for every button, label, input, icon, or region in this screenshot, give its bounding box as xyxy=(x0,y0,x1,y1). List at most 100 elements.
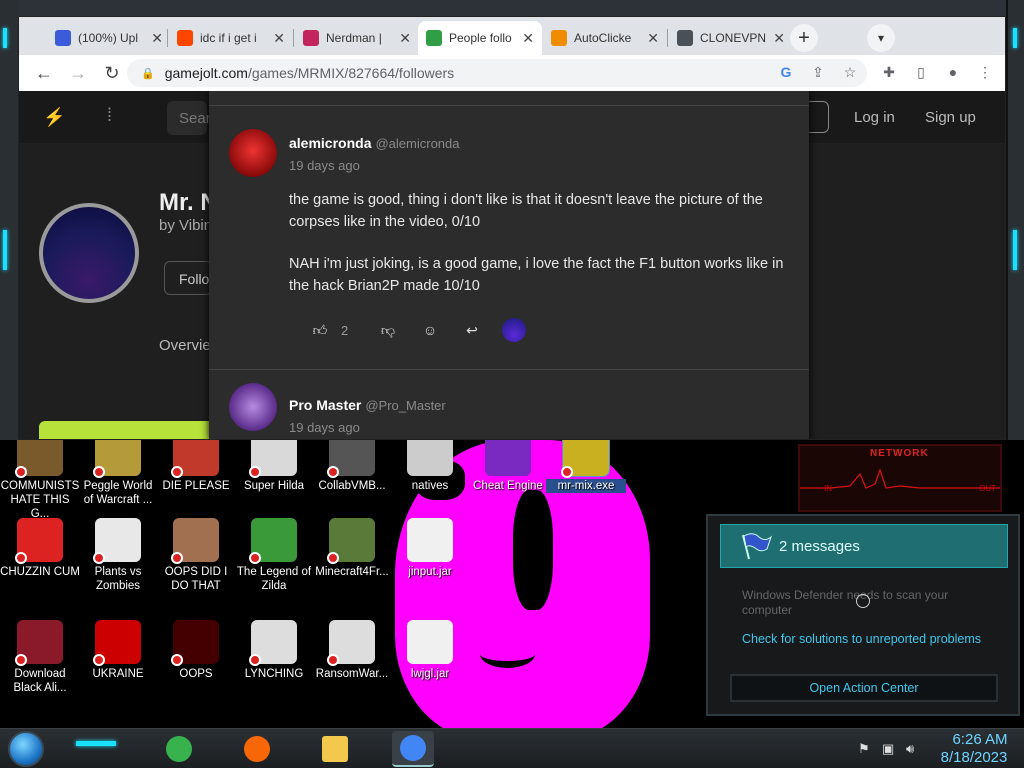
login-link[interactable]: Log in xyxy=(854,109,895,126)
comment-user[interactable]: Pro Master @Pro_Master xyxy=(289,397,446,413)
desktop-icon[interactable]: Download Black Ali... xyxy=(0,620,80,695)
gamejolt-logo-icon[interactable]: ⚡ xyxy=(43,107,65,128)
url-path: /games/MRMIX/827664/followers xyxy=(247,65,455,81)
desktop-icon[interactable]: Minecraft4Fr... xyxy=(312,518,392,579)
desktop-icon[interactable]: lwjgl.jar xyxy=(390,620,470,681)
desktop-icon-label: Plants vs Zombies xyxy=(94,566,142,592)
desktop-icon[interactable]: RansomWar... xyxy=(312,620,392,681)
grid-menu-icon[interactable]: ⁞ xyxy=(107,105,112,126)
check-solutions-link[interactable]: Check for solutions to unreported proble… xyxy=(742,632,981,646)
overview-tab[interactable]: Overvie xyxy=(159,337,211,354)
add-reaction-icon[interactable]: ☺ xyxy=(409,318,451,342)
tab-close-icon[interactable]: ✕ xyxy=(773,30,785,47)
tab-search-button[interactable]: ▾ xyxy=(867,24,895,52)
tab-title: CLONEVPN xyxy=(700,31,767,45)
site-search-input[interactable]: Sear xyxy=(167,101,211,135)
desktop-icon[interactable]: OOPS xyxy=(156,620,236,681)
desktop-icon-label: Super Hilda xyxy=(243,480,305,492)
reddit-icon xyxy=(177,30,193,46)
desktop-icon[interactable]: LYNCHING xyxy=(234,620,314,681)
side-panel-icon[interactable]: ▯ xyxy=(908,59,934,85)
tab-close-icon[interactable]: ✕ xyxy=(151,30,163,47)
network-widget-title: NETWORK xyxy=(870,448,929,459)
action-center-popup[interactable]: 2 messages Windows Defender needs to sca… xyxy=(706,514,1020,716)
java-icon xyxy=(407,518,453,562)
clock-date[interactable]: 8/18/2023 xyxy=(934,749,1014,766)
bookmark-star-icon[interactable]: ☆ xyxy=(837,59,863,85)
signup-link[interactable]: Sign up xyxy=(925,109,976,126)
user-handle: @Pro_Master xyxy=(365,398,446,413)
like-icon[interactable]: 👍︎ xyxy=(299,318,341,342)
tab-nerdman[interactable]: Nerdman | ✕ xyxy=(295,21,419,55)
tab-reddit[interactable]: idc if i get i ✕ xyxy=(169,21,293,55)
desktop-icon[interactable]: CHUZZIN CUM xyxy=(0,518,80,579)
game-author[interactable]: by Vibin xyxy=(159,217,212,234)
extensions-icon[interactable]: ✚ xyxy=(876,59,902,85)
desktop-icon[interactable]: Cheat Engine xyxy=(468,432,548,493)
forward-button[interactable]: → xyxy=(63,58,93,88)
username: alemicronda xyxy=(289,135,372,151)
desktop-icon[interactable]: natives xyxy=(390,432,470,493)
username: Pro Master xyxy=(289,397,362,413)
firefox-icon[interactable] xyxy=(236,731,278,767)
dislike-icon[interactable]: 👎︎ xyxy=(367,318,409,342)
desktop-icon[interactable]: jinput.jar xyxy=(390,518,470,579)
like-count: 2 xyxy=(341,322,349,338)
new-tab-button[interactable]: + xyxy=(790,24,818,52)
chrome-browser-window[interactable]: (100%) Upl ✕ idc if i get i ✕ Nerdman | ✕ Peop… xyxy=(18,16,1006,440)
virus-icon xyxy=(15,620,63,666)
desktop-icon-label: RansomWar... xyxy=(315,668,389,680)
tab-gamejolt[interactable]: People follo ✕ xyxy=(418,21,542,55)
desktop-icon[interactable]: UKRAINE xyxy=(78,620,158,681)
reload-button[interactable]: ↻ xyxy=(97,58,127,88)
desktop-icon-label: lwjgl.jar xyxy=(410,668,450,680)
desktop-icon[interactable]: The Legend of Zilda xyxy=(234,518,314,593)
tab-close-icon[interactable]: ✕ xyxy=(399,30,411,47)
file-explorer-icon[interactable] xyxy=(314,731,356,767)
google-translate-icon[interactable]: G xyxy=(773,59,799,85)
desktop-icon[interactable]: COMMUNISTS HATE THIS G... xyxy=(0,432,80,521)
tab-close-icon[interactable]: ✕ xyxy=(647,30,659,47)
tab-autoclicker[interactable]: AutoClicke ✕ xyxy=(543,21,667,55)
notes-app-icon[interactable] xyxy=(158,731,200,767)
reply-icon[interactable]: ↩ xyxy=(451,318,493,342)
address-bar[interactable]: 🔒 gamejolt.com/games/MRMIX/827664/follow… xyxy=(127,59,867,87)
clock-icon xyxy=(856,594,870,608)
comment-text-1: the game is good, thing i don't like is … xyxy=(289,192,763,230)
desktop-icon[interactable]: DIE PLEASE xyxy=(156,432,236,493)
theme-frame-left xyxy=(0,0,18,440)
desktop-icon[interactable]: Super Hilda xyxy=(234,432,314,493)
profile-icon[interactable]: ● xyxy=(940,59,966,85)
comment-user[interactable]: alemicronda @alemicronda xyxy=(289,135,460,151)
skull-icon xyxy=(327,620,375,666)
desktop-icon-label: OOPS xyxy=(179,668,213,680)
menu-kebab-icon[interactable]: ⋮ xyxy=(972,59,998,85)
gamejolt-page: ⚡ ⁞ Sear Log in Sign up Mr. N by Vibin F… xyxy=(19,91,1005,439)
desktop-icon[interactable]: Peggle World of Warcraft ... xyxy=(78,432,158,507)
desktop-icon-label: CollabVMB... xyxy=(318,480,386,492)
share-icon[interactable]: ⇪ xyxy=(805,59,831,85)
chrome-icon[interactable] xyxy=(392,731,434,767)
desktop-icon[interactable]: CollabVMB... xyxy=(312,432,392,493)
open-action-center-button[interactable]: Open Action Center xyxy=(730,674,998,702)
tab-strip: (100%) Upl ✕ idc if i get i ✕ Nerdman | ✕ Peop… xyxy=(19,17,1005,55)
avatar[interactable] xyxy=(229,383,277,431)
network-tray-icon[interactable]: ▣ xyxy=(882,741,894,757)
tab-close-icon[interactable]: ✕ xyxy=(522,30,534,47)
back-button[interactable]: ← xyxy=(29,58,59,88)
java-icon xyxy=(407,620,453,664)
desktop-icon[interactable]: OOPS DID I DO THAT xyxy=(156,518,236,593)
desktop-icon[interactable]: mr-mix.exe xyxy=(546,431,626,493)
start-button[interactable] xyxy=(8,731,44,767)
flag-tray-icon[interactable]: ⚑ xyxy=(858,741,870,757)
tab-vl[interactable]: (100%) Upl ✕ xyxy=(47,21,171,55)
avatar[interactable] xyxy=(229,129,277,177)
clock-time[interactable]: 6:26 AM xyxy=(940,731,1020,748)
desktop-icon-label: Peggle World of Warcraft ... xyxy=(83,480,153,506)
follow-button[interactable]: Follo xyxy=(164,261,212,295)
volume-tray-icon[interactable]: 🔊︎ xyxy=(906,741,914,757)
tab-globe[interactable]: CLONEVPN ✕ xyxy=(669,21,793,55)
messages-header[interactable]: 2 messages xyxy=(720,524,1008,568)
tab-close-icon[interactable]: ✕ xyxy=(273,30,285,47)
desktop-icon[interactable]: Plants vs Zombies xyxy=(78,518,158,593)
